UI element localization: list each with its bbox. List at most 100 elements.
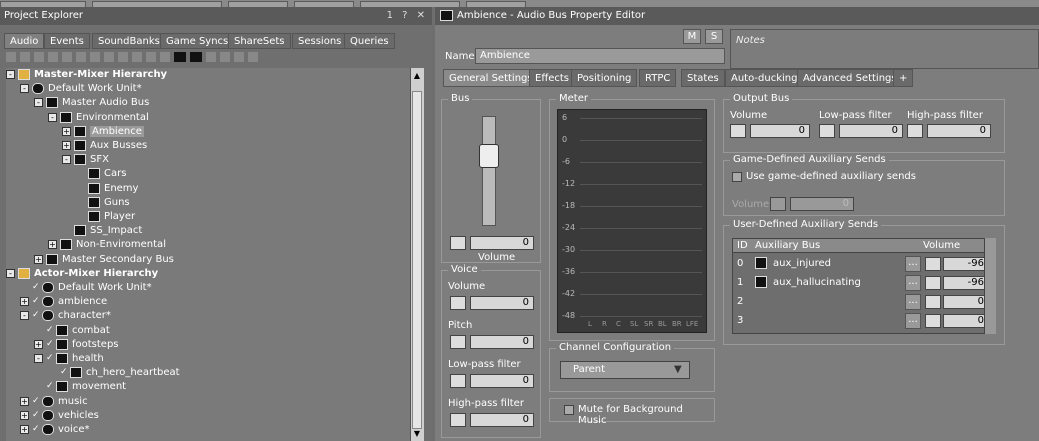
expand-icon[interactable]: + <box>20 425 29 434</box>
bus-volume-slider-track[interactable] <box>482 116 496 226</box>
tree-item[interactable]: - Environmental <box>6 111 406 125</box>
output-hpf-knob-icon[interactable] <box>907 124 923 138</box>
output-lpf-knob-icon[interactable] <box>819 124 835 138</box>
output-lpf-value[interactable]: 0 <box>839 124 903 138</box>
checkmark-icon[interactable]: ✓ <box>32 310 42 321</box>
game-sends-checkbox[interactable] <box>732 172 742 182</box>
checkmark-icon[interactable]: ✓ <box>60 367 70 378</box>
expand-icon[interactable]: + <box>48 240 57 250</box>
tree-item[interactable]: Cars <box>6 167 406 181</box>
checkmark-icon[interactable]: ✓ <box>46 339 56 350</box>
mute-bg-checkbox[interactable] <box>564 405 574 415</box>
aux-volume-value[interactable]: -96 <box>943 257 989 271</box>
tree-item[interactable]: Enemy <box>6 182 406 196</box>
tab-soundbanks[interactable]: SoundBanks <box>92 33 166 49</box>
panel-controls[interactable]: 1 ? ✕ <box>387 10 428 21</box>
checkmark-icon[interactable]: ✓ <box>32 296 42 307</box>
collapse-icon[interactable]: - <box>34 354 43 363</box>
tab-advanced-settings[interactable]: Advanced Settings <box>797 69 903 87</box>
checkmark-icon[interactable]: ✓ <box>32 424 42 435</box>
checkmark-icon[interactable]: ✓ <box>32 396 42 407</box>
tree-item[interactable]: + Ambience <box>6 125 406 139</box>
tree-item[interactable]: - SFX <box>6 153 406 167</box>
collapse-icon[interactable]: - <box>62 155 71 165</box>
collapse-icon[interactable]: - <box>34 98 43 108</box>
aux-bus-browse-button[interactable]: ... <box>905 294 921 310</box>
collapse-icon[interactable]: - <box>6 70 15 79</box>
aux-bus-browse-button[interactable]: ... <box>905 313 921 329</box>
tree-item[interactable]: + ✓ ambience <box>6 295 406 309</box>
scroll-down-icon[interactable]: ▼ <box>412 429 422 439</box>
tree-item[interactable]: + ✓ footsteps <box>6 338 406 352</box>
bus-volume-slider-handle[interactable] <box>479 144 499 168</box>
tree-item[interactable]: + Aux Busses <box>6 139 406 153</box>
tree-item[interactable]: ✓ Default Work Unit* <box>6 281 406 295</box>
chevron-down-icon[interactable]: ▼ <box>674 364 682 375</box>
output-volume-knob-icon[interactable] <box>730 124 746 138</box>
explorer-toolbar-icons[interactable] <box>6 52 276 64</box>
voice-pitch-value[interactable]: 0 <box>470 335 534 349</box>
voice-hpf-value[interactable]: 0 <box>470 413 534 427</box>
tree-item[interactable]: ✓ movement <box>6 380 406 394</box>
voice-lpf-value[interactable]: 0 <box>470 374 534 388</box>
output-volume-value[interactable]: 0 <box>750 124 810 138</box>
channel-config-dropdown[interactable]: Parent <box>560 361 690 379</box>
tab-events[interactable]: Events <box>44 33 90 49</box>
aux-volume-knob-icon[interactable] <box>925 276 941 290</box>
checkmark-icon[interactable]: ✓ <box>46 353 56 364</box>
bus-volume-knob-icon[interactable] <box>450 236 466 250</box>
tab-general-settings[interactable]: General Settings <box>443 69 539 87</box>
tree-item[interactable]: Guns <box>6 196 406 210</box>
output-hpf-value[interactable]: 0 <box>927 124 991 138</box>
tree-item[interactable]: + Master Secondary Bus <box>6 253 406 267</box>
voice-hpf-knob-icon[interactable] <box>450 413 466 427</box>
tab-game-syncs[interactable]: Game Syncs <box>160 33 235 49</box>
tab-sessions[interactable]: Sessions <box>292 33 348 49</box>
checkmark-icon[interactable]: ✓ <box>32 282 42 293</box>
tree-item[interactable]: Player <box>6 210 406 224</box>
tree-item[interactable]: - Master Audio Bus <box>6 96 406 110</box>
aux-volume-value[interactable]: -96 <box>943 276 989 290</box>
notes-field[interactable]: Notes <box>730 29 1039 69</box>
checkmark-icon[interactable]: ✓ <box>46 325 56 336</box>
tree-item[interactable]: - Actor-Mixer Hierarchy <box>6 267 406 281</box>
expand-icon[interactable]: + <box>34 339 43 349</box>
name-input[interactable]: Ambience <box>475 48 725 64</box>
tree-item[interactable]: + ✓ vehicles <box>6 409 406 423</box>
aux-volume-knob-icon[interactable] <box>925 314 941 328</box>
collapse-icon[interactable]: - <box>20 311 29 321</box>
bus-volume-value[interactable]: 0 <box>470 236 534 250</box>
checkmark-icon[interactable]: ✓ <box>46 381 56 392</box>
solo-button[interactable]: S <box>705 29 723 44</box>
expand-icon[interactable]: + <box>20 396 29 406</box>
aux-bus-browse-button[interactable]: ... <box>905 256 921 272</box>
tree-item[interactable]: + ✓ voice* <box>6 423 406 437</box>
tab-rtpc[interactable]: RTPC <box>639 69 677 87</box>
tab-add[interactable]: + <box>893 69 914 87</box>
tree-scroll-thumb[interactable] <box>412 91 422 429</box>
tab-states[interactable]: States <box>681 69 725 87</box>
aux-volume-value[interactable]: 0 <box>943 314 989 328</box>
aux-volume-knob-icon[interactable] <box>925 295 941 309</box>
tree-item[interactable]: + ✓ music <box>6 395 406 409</box>
aux-bus-browse-button[interactable]: ... <box>905 275 921 291</box>
tab-sharesets[interactable]: ShareSets <box>228 33 291 49</box>
expand-icon[interactable]: + <box>34 254 43 264</box>
tab-effects[interactable]: Effects <box>529 69 575 87</box>
voice-pitch-knob-icon[interactable] <box>450 335 466 349</box>
checkmark-icon[interactable]: ✓ <box>32 410 42 421</box>
tab-audio[interactable]: Audio <box>4 33 45 49</box>
expand-icon[interactable]: + <box>20 297 29 307</box>
tree-item[interactable]: ✓ ch_hero_heartbeat <box>6 366 406 380</box>
tab-positioning[interactable]: Positioning <box>571 69 638 87</box>
collapse-icon[interactable]: - <box>48 112 57 122</box>
expand-icon[interactable]: + <box>62 126 71 136</box>
tree-item[interactable]: - Master-Mixer Hierarchy <box>6 68 406 82</box>
table-row[interactable]: 1 aux_hallucinating... -96 <box>733 274 995 292</box>
user-sends-scrollbar[interactable] <box>984 238 996 334</box>
tree-item[interactable]: SS_Impact <box>6 224 406 238</box>
collapse-icon[interactable]: - <box>6 268 15 278</box>
voice-volume-knob-icon[interactable] <box>450 296 466 310</box>
mute-button[interactable]: M <box>683 29 701 44</box>
table-row[interactable]: 2... 0 <box>733 293 995 311</box>
